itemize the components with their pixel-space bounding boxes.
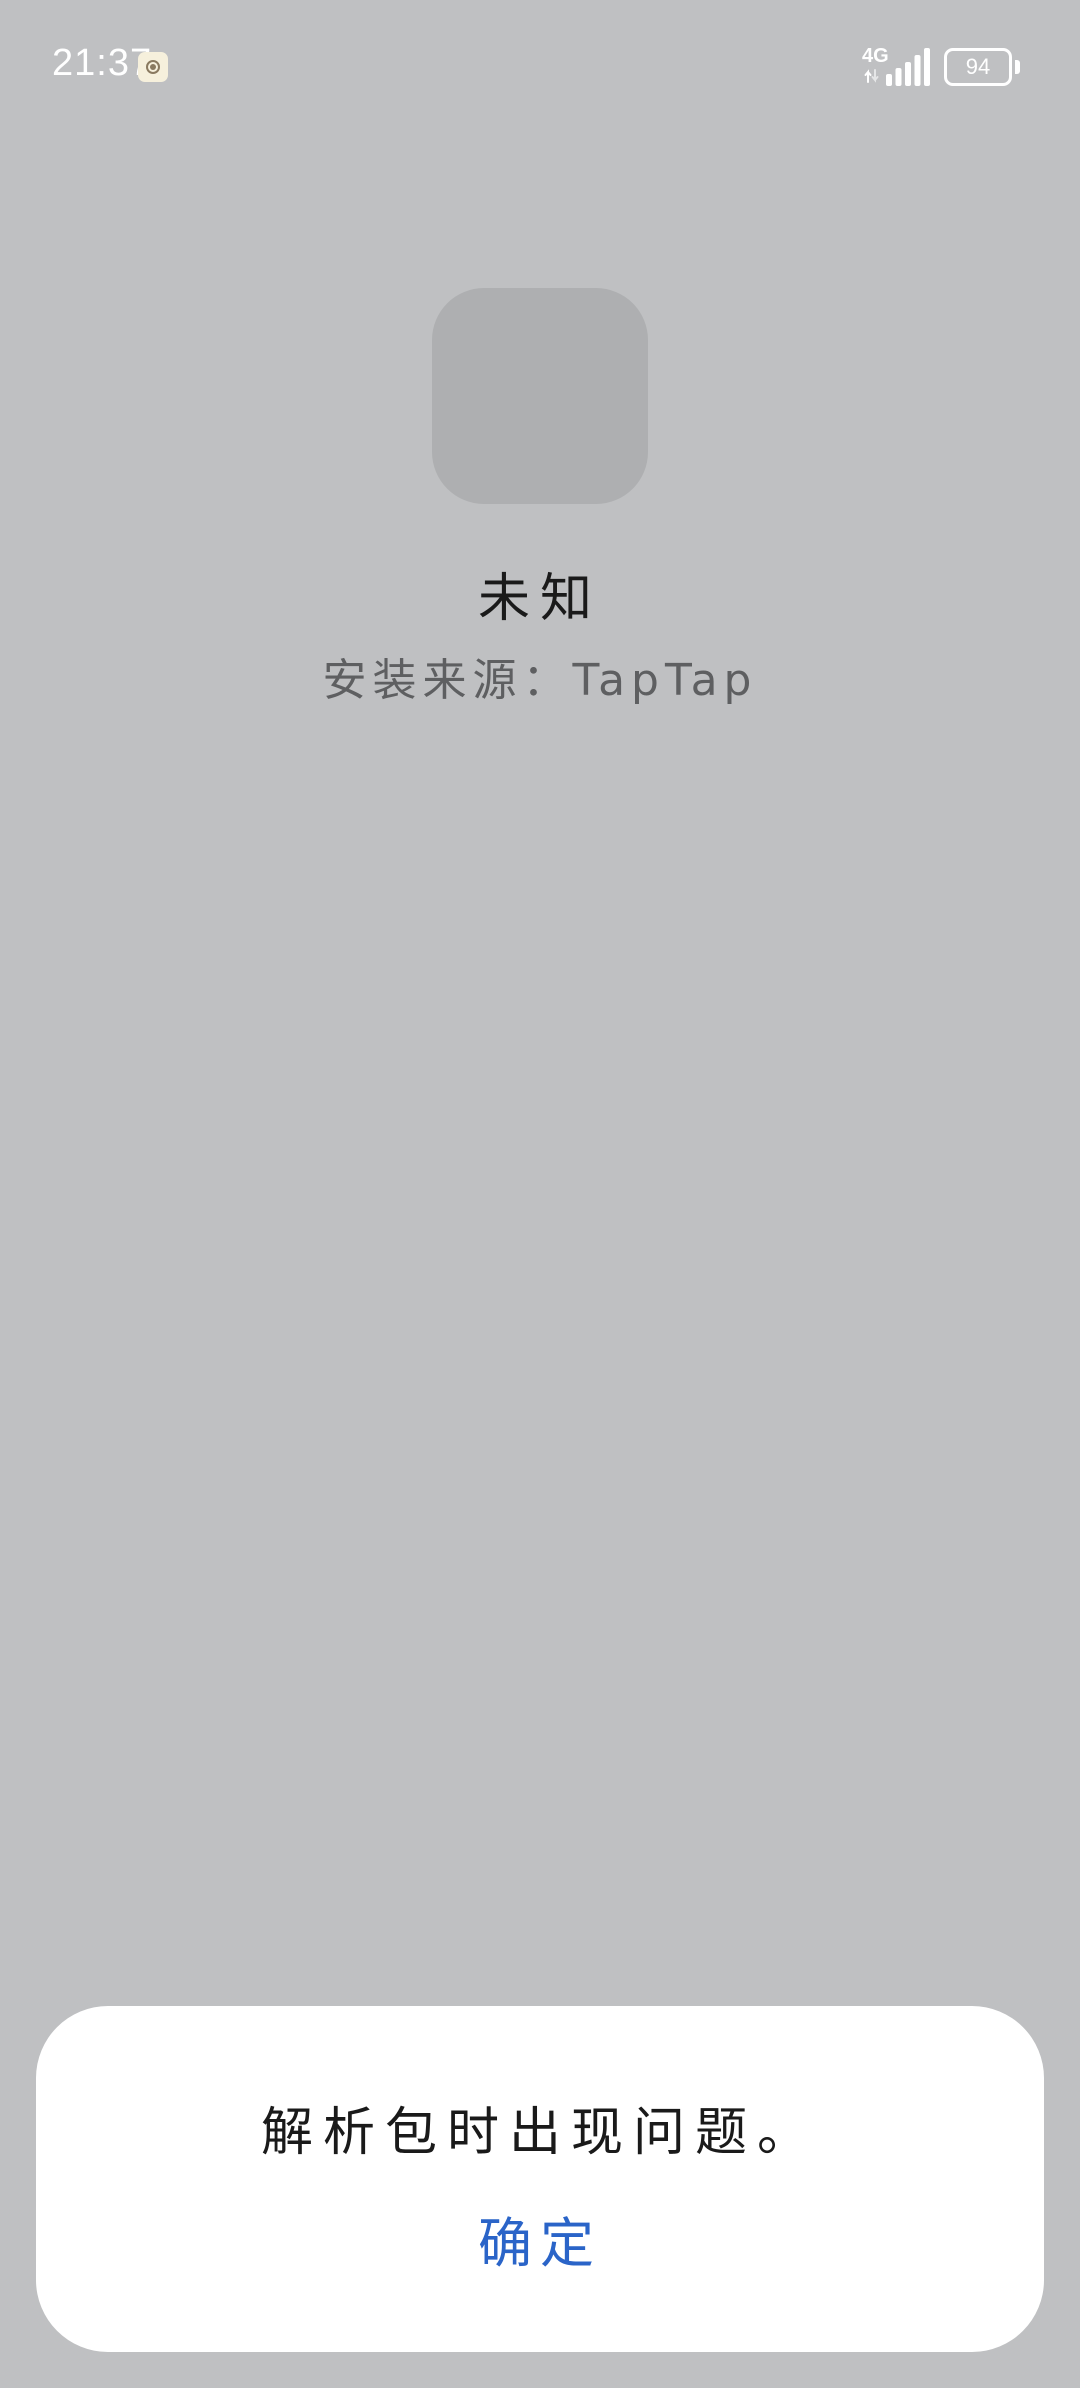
battery-level: 94 [965, 54, 991, 79]
error-dialog: 解析包时出现问题。 确定 [36, 2006, 1044, 2352]
notification-ring [146, 60, 160, 74]
network-type-label: 4G [862, 45, 889, 67]
dialog-message: 解析包时出现问题。 [260, 2103, 819, 2163]
confirm-button[interactable]: 确定 [440, 2202, 640, 2286]
battery-icon: 94 [944, 48, 1022, 86]
notification-dot [150, 64, 156, 70]
signal-bars-icon [886, 48, 930, 86]
app-name: 未知 [477, 569, 602, 629]
app-notification-icon [138, 52, 168, 82]
app-icon-placeholder [432, 288, 648, 504]
install-source-text: 安装来源：TapTap [322, 655, 758, 706]
status-bar: 21:37 4G 94 [0, 0, 1080, 132]
battery-body: 94 [944, 48, 1012, 86]
data-activity-icon [864, 69, 879, 83]
battery-tip [1015, 60, 1020, 74]
